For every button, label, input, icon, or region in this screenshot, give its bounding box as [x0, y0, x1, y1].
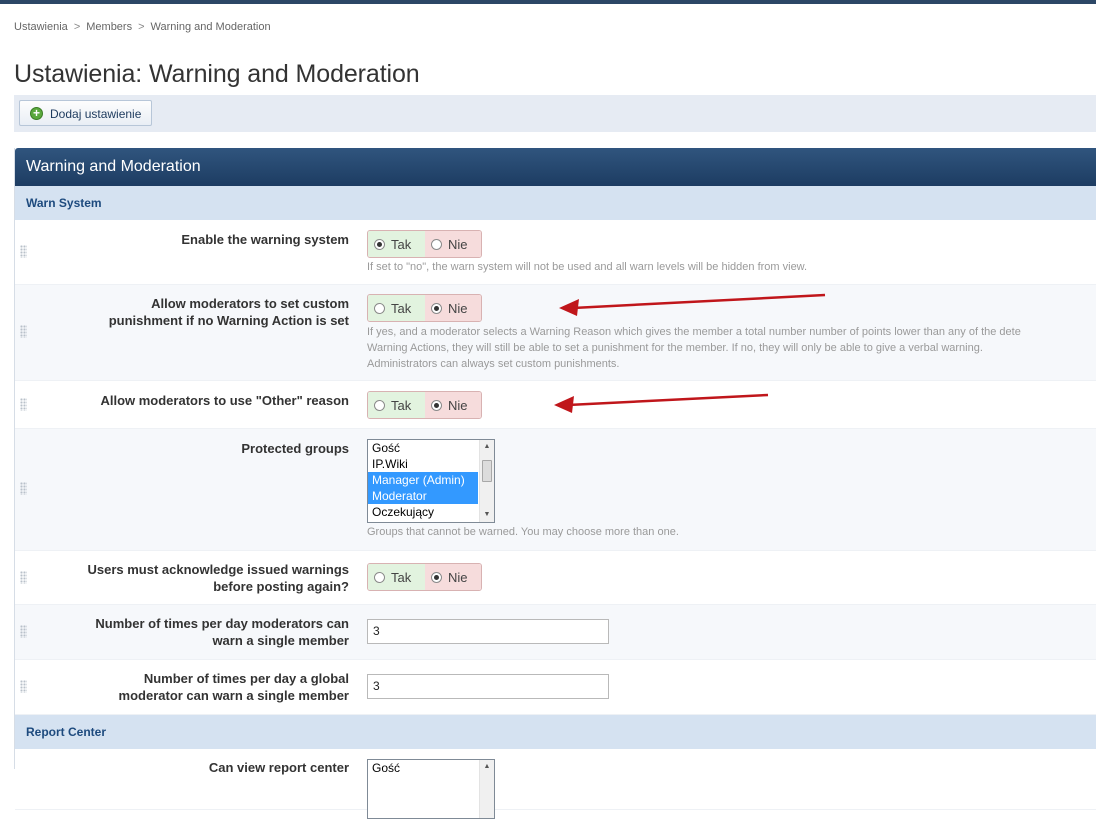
yes-label: Tak: [391, 569, 412, 585]
drag-handle-icon[interactable]: [20, 245, 27, 258]
setting-label: Protected groups: [241, 441, 349, 456]
setting-description: If set to "no", the warn system will not…: [367, 261, 808, 273]
yes-option[interactable]: Tak: [368, 231, 425, 257]
breadcrumb-separator: >: [73, 21, 81, 33]
top-bar: [0, 0, 1096, 4]
scroll-up-icon[interactable]: ▲: [480, 760, 494, 774]
radio-icon[interactable]: [374, 571, 385, 583]
setting-label: Can view report center: [208, 760, 349, 775]
setting-label: Number of times per day a global moderat…: [119, 670, 349, 704]
listbox-option[interactable]: IP.Wiki: [368, 456, 478, 472]
breadcrumb: Ustawienia > Members > Warning and Moderatio…: [14, 21, 271, 33]
section-report-center: Report Center: [15, 715, 1096, 749]
drag-handle-icon[interactable]: [20, 571, 27, 584]
setting-row-gmod-warn-per-day: Number of times per day a global moderat…: [15, 660, 1096, 715]
section-warn-system: Warn System: [15, 186, 1096, 220]
setting-label-line: before posting again?: [213, 579, 349, 594]
yes-label: Tak: [391, 300, 412, 316]
no-label: Nie: [448, 300, 468, 316]
no-label: Nie: [448, 569, 468, 585]
toolbar: + Dodaj ustawienie: [14, 95, 1096, 132]
setting-label: Number of times per day moderators can w…: [95, 615, 349, 649]
setting-label-line: punishment if no Warning Action is set: [108, 313, 349, 328]
yes-no-toggle[interactable]: Tak Nie: [367, 230, 482, 258]
drag-handle-icon[interactable]: [20, 398, 27, 411]
yes-no-toggle[interactable]: Tak Nie: [367, 294, 482, 322]
no-option[interactable]: Nie: [425, 231, 481, 257]
breadcrumb-item-members[interactable]: Members: [86, 21, 132, 33]
no-option[interactable]: Nie: [425, 564, 481, 590]
yes-option[interactable]: Tak: [368, 295, 425, 321]
setting-label: Users must acknowledge issued warnings b…: [87, 561, 349, 595]
listbox-option-selected[interactable]: Manager (Admin): [368, 472, 478, 488]
listbox-option[interactable]: Gość: [368, 760, 478, 776]
yes-no-toggle[interactable]: Tak Nie: [367, 391, 482, 419]
breadcrumb-item-ustawienia[interactable]: Ustawienia: [14, 21, 68, 33]
panel-title: Warning and Moderation: [15, 148, 1096, 186]
setting-label-line: Number of times per day a global: [143, 671, 349, 686]
breadcrumb-item-current: Warning and Moderation: [150, 21, 271, 33]
setting-label-line: Number of times per day moderators can: [95, 616, 349, 631]
description-line: If yes, and a moderator selects a Warnin…: [367, 326, 1021, 338]
drag-handle-icon[interactable]: [20, 680, 27, 693]
annotation-arrow-icon: [554, 393, 769, 413]
yes-label: Tak: [391, 236, 412, 252]
setting-row-view-report: Can view report center Gość ▲: [15, 749, 1096, 819]
setting-label-line: Users must acknowledge issued warnings: [87, 562, 349, 577]
setting-label: Allow moderators to set custom punishmen…: [109, 295, 349, 329]
breadcrumb-separator: >: [138, 21, 145, 33]
radio-selected-icon[interactable]: [374, 238, 385, 250]
no-label: Nie: [448, 397, 468, 413]
listbox-scrollbar[interactable]: ▲ ▼: [479, 440, 494, 522]
add-setting-label: Dodaj ustawienie: [50, 107, 142, 121]
yes-option[interactable]: Tak: [368, 564, 425, 590]
yes-no-toggle[interactable]: Tak Nie: [367, 563, 482, 591]
setting-label-line: moderator can warn a single member: [118, 688, 349, 703]
listbox-option-selected[interactable]: Moderator: [368, 488, 478, 504]
yes-label: Tak: [391, 397, 412, 413]
listbox-option[interactable]: Gość: [368, 440, 478, 456]
no-label: Nie: [448, 236, 468, 252]
add-setting-button[interactable]: + Dodaj ustawienie: [19, 100, 153, 126]
yes-option[interactable]: Tak: [368, 392, 425, 418]
radio-icon[interactable]: [374, 302, 385, 314]
no-option[interactable]: Nie: [425, 295, 481, 321]
drag-handle-icon[interactable]: [20, 482, 27, 495]
setting-label: Allow moderators to use "Other" reason: [100, 393, 349, 408]
description-line: Administrators can always set custom pun…: [367, 358, 620, 370]
setting-row-enable-warn: Enable the warning system Tak Nie If set…: [15, 220, 1096, 285]
gmod-warn-per-day-input[interactable]: 3: [367, 674, 609, 699]
setting-label-line: warn a single member: [212, 633, 349, 648]
setting-row-protected-groups: Protected groups Gość IP.Wiki Manager (A…: [15, 429, 1096, 551]
settings-panel: Warning and Moderation Warn System Enabl…: [14, 148, 1096, 819]
scroll-down-icon[interactable]: ▼: [480, 508, 494, 522]
radio-selected-icon[interactable]: [431, 571, 442, 583]
setting-description: If yes, and a moderator selects a Warnin…: [367, 324, 1021, 372]
page-title: Ustawienia: Warning and Moderation: [14, 60, 420, 88]
drag-handle-icon[interactable]: [20, 325, 27, 338]
no-option[interactable]: Nie: [425, 392, 481, 418]
protected-groups-listbox[interactable]: Gość IP.Wiki Manager (Admin) Moderator O…: [367, 439, 495, 523]
listbox-option[interactable]: Oczekujący: [368, 504, 478, 520]
radio-selected-icon[interactable]: [431, 399, 442, 411]
radio-icon[interactable]: [431, 238, 442, 250]
radio-icon[interactable]: [374, 399, 385, 411]
scroll-up-icon[interactable]: ▲: [480, 440, 494, 454]
add-plus-icon: +: [30, 107, 43, 120]
scroll-thumb[interactable]: [482, 460, 492, 482]
setting-label-line: Allow moderators to set custom: [151, 296, 349, 311]
setting-row-mod-warn-per-day: Number of times per day moderators can w…: [15, 605, 1096, 660]
description-line: Warning Actions, they will still be able…: [367, 342, 983, 354]
setting-row-acknowledge: Users must acknowledge issued warnings b…: [15, 551, 1096, 605]
setting-label: Enable the warning system: [181, 232, 349, 247]
mod-warn-per-day-input[interactable]: 3: [367, 619, 609, 644]
view-report-listbox[interactable]: Gość ▲: [367, 759, 495, 819]
radio-selected-icon[interactable]: [431, 302, 442, 314]
drag-handle-icon[interactable]: [20, 625, 27, 638]
annotation-arrow-icon: [559, 293, 826, 316]
setting-description: Groups that cannot be warned. You may ch…: [367, 526, 679, 538]
